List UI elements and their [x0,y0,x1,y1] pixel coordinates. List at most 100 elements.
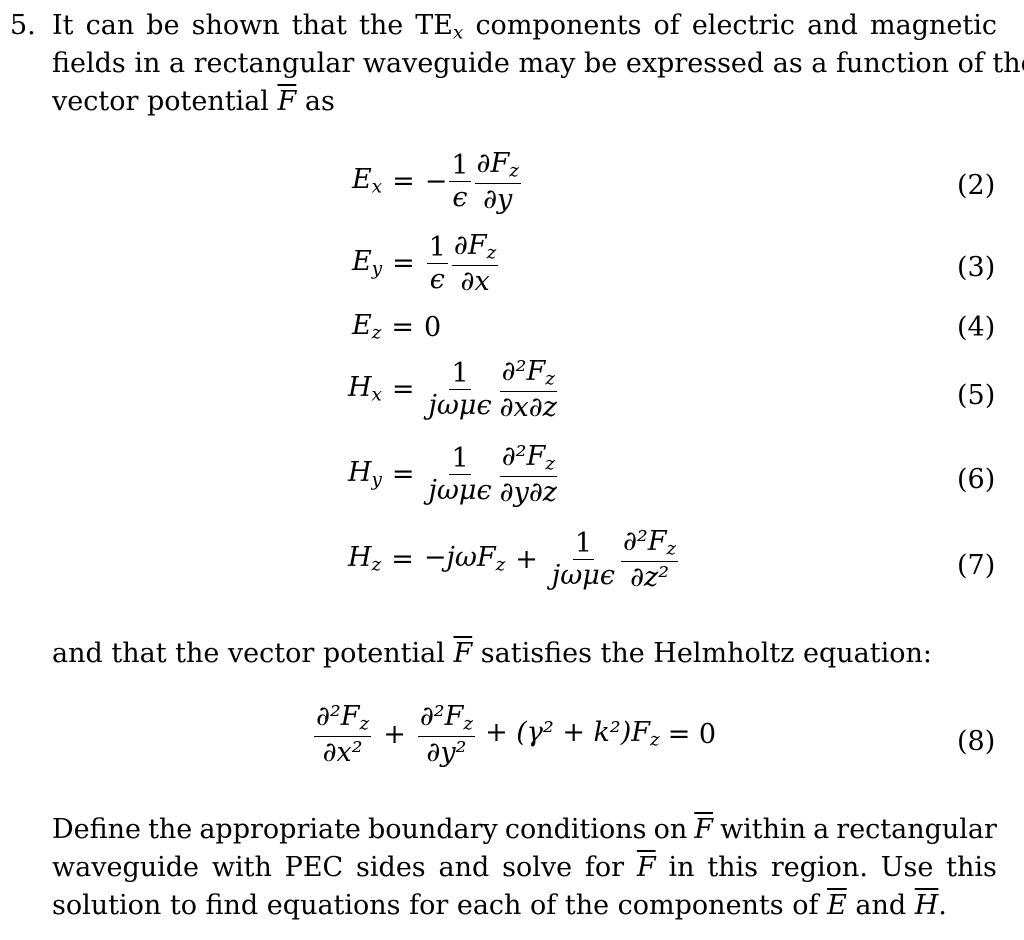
lhs: Hx [348,372,382,406]
equation-number: (3) [957,252,996,283]
minus-sign: − [424,165,448,197]
word: this [707,852,759,883]
word: this [946,852,997,883]
lhs: Ez [352,310,382,344]
intro-line-1: It can be shown that the TEx components … [52,12,997,43]
te-subscript: x [453,22,464,44]
intro-text: vector potential [52,86,269,117]
equals: = [391,373,415,405]
word: a [813,814,830,845]
intro-line-2: fields in a rectangular waveguide may be… [52,48,1024,79]
plus-sign: + [383,718,406,750]
word: that [291,10,347,41]
lhs: Ey [352,246,383,280]
equation-3: Ey = 1ϵ ∂Fz ∂x [352,232,500,295]
word: components [475,10,642,41]
equals: = [391,458,415,490]
word: within [720,814,807,845]
equation-8: ∂²Fz ∂x² + ∂²Fz ∂y² + (γ² + k²)Fz = 0 [312,703,716,766]
word: Define [52,814,142,845]
equation-6: Hy = 1 jωμϵ ∂²Fz ∂y∂z [348,443,561,506]
word: boundary [367,814,498,845]
vector-F: F [277,86,297,117]
word: solve [502,852,573,883]
word: on [653,814,688,845]
task-line-3: solution to find equations for each of t… [52,892,947,919]
fraction: 1ϵ [449,149,471,213]
word: in [668,852,695,883]
fraction: ∂Fz ∂x [451,230,499,297]
equation-number: (8) [957,726,996,757]
intro-line-3: vector potential F as [52,88,335,115]
task-text: solution to find equations for each of t… [52,890,819,921]
equation-number: (6) [957,464,996,495]
word: for [584,852,625,883]
equals: = [391,543,414,575]
task-line-2: waveguide with PEC sides and solve for F… [52,854,997,881]
task-text: and [855,890,907,921]
equals: = [391,311,415,343]
rhs: = 0 [667,718,717,750]
word: and [438,852,490,883]
fraction: 1 jωμϵ [428,442,492,506]
fraction: ∂²Fz ∂x∂z [499,356,557,423]
fraction: ∂²Fz ∂z² [620,526,679,593]
fraction: 1 jωμϵ [428,357,492,421]
equation-number: (5) [957,380,996,411]
rhs-term: −jωFz [423,542,506,576]
problem-number: 5. [10,10,36,41]
fraction: ∂Fz ∂y [474,148,521,215]
word: waveguide [52,852,200,883]
word: conditions [504,814,647,845]
fraction: ∂²Fz ∂x² [314,701,372,768]
te-label: TE [415,10,453,41]
rhs: 0 [424,311,442,343]
word: of [653,10,680,41]
equation-number: (7) [957,550,996,581]
word: with [211,852,272,883]
equals: = [392,165,415,197]
equation-7: Hz = −jωFz + 1 jωμϵ ∂²Fz ∂z² [348,528,680,591]
fraction: 1 jωμϵ [551,527,615,591]
equals: = [392,247,415,279]
intro-text: and that the vector potential [52,638,445,669]
word: magnetic [870,10,997,41]
word: sides [356,852,426,883]
te-x-mode: TEx [415,12,463,43]
vector-E: E [827,890,847,921]
lhs: Hz [348,542,382,576]
word: be [146,10,180,41]
intro-text: as [304,86,335,117]
lhs: Ex [352,164,383,198]
helmholtz-intro: and that the vector potential F satisfie… [52,640,932,667]
fraction: ∂²Fz ∂y² [417,701,476,768]
equation-2: Ex = − 1ϵ ∂Fz ∂y [352,150,523,213]
fraction: 1ϵ [426,231,448,295]
vector-F: F [453,638,473,669]
equation-5: Hx = 1 jωμϵ ∂²Fz ∂x∂z [348,358,561,421]
word: PEC [284,852,344,883]
period: . [938,890,947,921]
word: appropriate [199,814,361,845]
equation-number: (4) [957,312,996,343]
lhs: Hy [348,457,382,491]
word: can [85,10,135,41]
vector-F: F [694,814,714,845]
word: electric [691,10,796,41]
word: region. [770,852,868,883]
word: the [148,814,193,845]
vector-F: F [636,852,656,883]
equation-4: Ez = 0 [352,312,441,343]
word: rectangular [836,814,997,845]
fraction: ∂²Fz ∂y∂z [499,441,558,508]
vector-H: H [914,890,939,921]
intro-text: satisfies the Helmholtz equation: [480,638,932,669]
word: Use [880,852,934,883]
task-line-1: Define the appropriate boundary conditio… [52,816,997,843]
word: the [358,10,404,41]
word: shown [191,10,280,41]
helmholtz-rest: + (γ² + k²)Fz [485,717,660,751]
word: It [52,10,74,41]
word: and [807,10,858,41]
equation-number: (2) [957,170,996,201]
